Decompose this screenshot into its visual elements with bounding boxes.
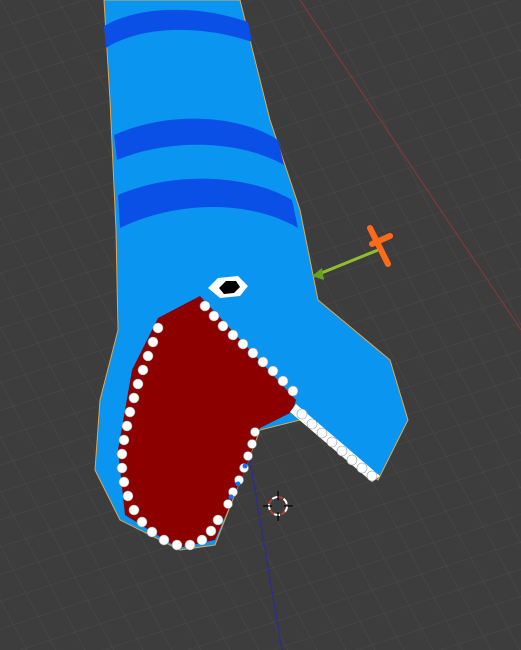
3d-viewport[interactable]: [0, 0, 521, 650]
viewport-canvas[interactable]: [0, 0, 521, 650]
